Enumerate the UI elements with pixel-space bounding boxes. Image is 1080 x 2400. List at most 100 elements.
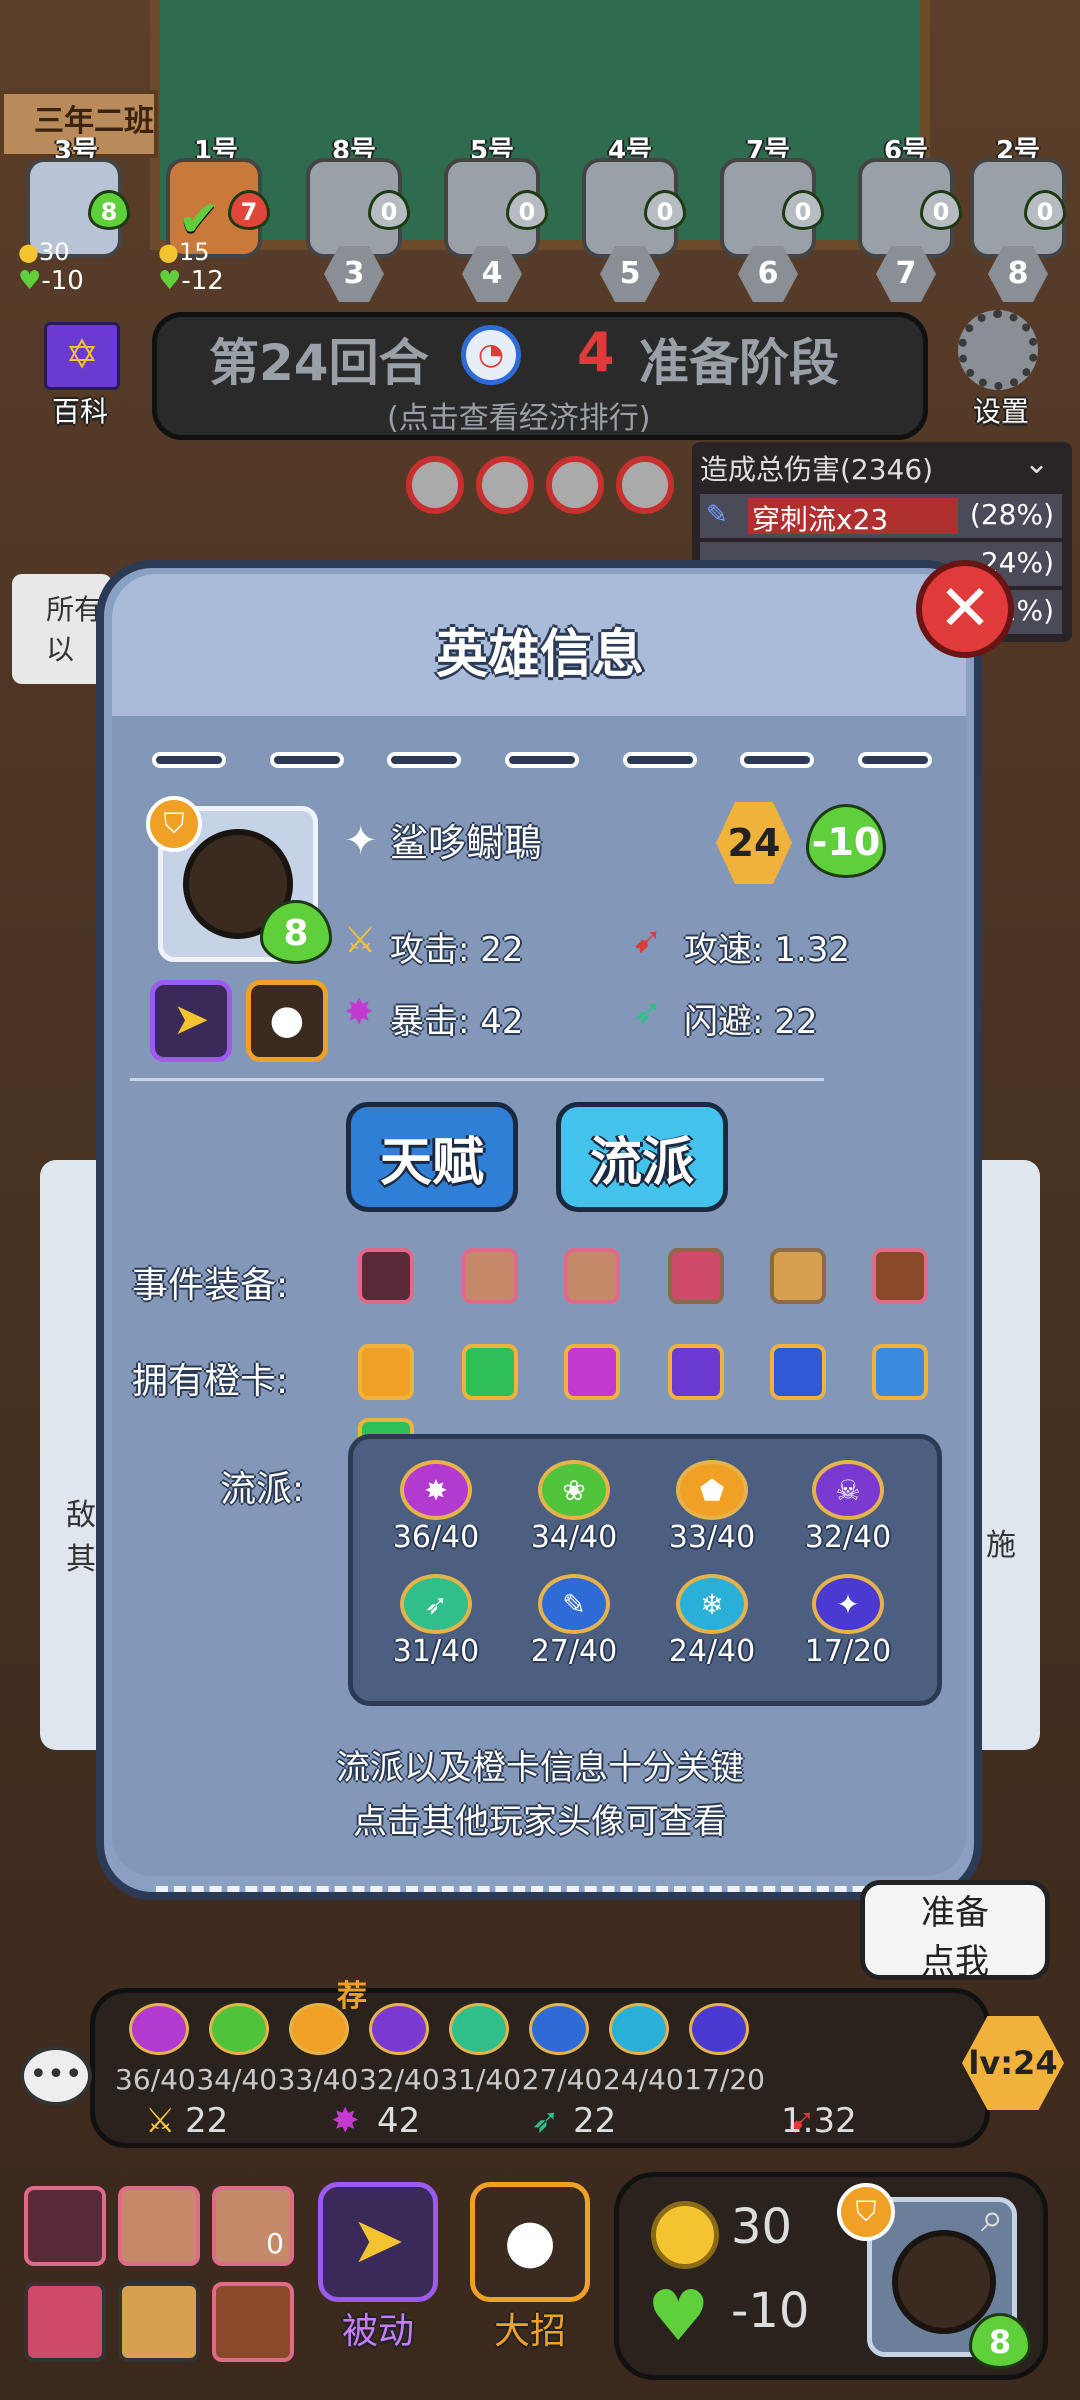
equip-item[interactable]	[462, 1248, 518, 1304]
equip-item[interactable]	[668, 1248, 724, 1304]
style-emblem-icon: ✦	[812, 1574, 884, 1634]
round-timer: 4	[577, 321, 615, 384]
footer-hint-1: 流派以及橙卡信息十分关键	[336, 1748, 744, 1788]
damage-title: 造成总伤害(2346)	[700, 453, 934, 486]
passive-skill-icon: ➤	[318, 2182, 438, 2302]
dash	[740, 752, 815, 768]
shield-badge-icon: ⛉	[146, 796, 202, 852]
passive-skill-button[interactable]: ➤ 被动	[318, 2182, 448, 2362]
style-entry[interactable]: ✦ 17/20	[788, 1574, 908, 1669]
orange-card[interactable]	[872, 1344, 928, 1400]
style-count: 24/40	[602, 2063, 684, 2096]
orange-card[interactable]	[358, 1344, 414, 1400]
hero-hp-heart: 8	[969, 2313, 1031, 2369]
equip-item[interactable]	[770, 1248, 826, 1304]
hp-heart-icon: 8	[88, 190, 130, 230]
player-slot-3[interactable]: 3号 8 ●30 ♥-10	[16, 130, 136, 296]
orange-card[interactable]	[462, 1344, 518, 1400]
style-entry[interactable]: ⬟ 33/40	[652, 1460, 772, 1555]
dash	[857, 752, 932, 768]
chat-button[interactable]: •••	[20, 2046, 92, 2106]
player-slot-2[interactable]: 2号 0 8	[968, 130, 1068, 302]
style-entry[interactable]: ☠ 32/40	[788, 1460, 908, 1555]
style-count: 32/40	[358, 2063, 440, 2096]
equip-item[interactable]	[24, 2186, 106, 2266]
hp-change: -10	[731, 2283, 810, 2339]
hp-change-readout: ♥-12	[158, 266, 224, 296]
coin-count: 30	[731, 2199, 793, 2255]
hero-avatar	[892, 2230, 996, 2334]
equip-item[interactable]	[358, 1248, 414, 1304]
equip-item[interactable]	[24, 2282, 106, 2362]
sparkle-icon: ✦	[344, 818, 378, 864]
style-entry[interactable]: ✎ 27/40	[514, 1574, 634, 1669]
player-slot-8[interactable]: 8号 0 3	[294, 130, 414, 302]
gear-icon	[958, 310, 1038, 390]
round-phase: 准备阶段	[639, 334, 839, 392]
hp-heart-icon: 0	[506, 190, 548, 230]
equip-item[interactable]	[212, 2282, 294, 2362]
player-slot-7[interactable]: 7号 0 6	[708, 130, 828, 302]
ultimate-label: 大招	[493, 2311, 566, 2352]
chevron-down-icon[interactable]: ⌄	[1024, 446, 1049, 481]
talent-button[interactable]: 天赋	[346, 1102, 518, 1212]
passive-skill-icon[interactable]: ➤	[150, 980, 232, 1062]
hp-heart-icon: 0	[920, 190, 962, 230]
ultimate-skill-button[interactable]: ● 大招	[470, 2182, 600, 2362]
style-count: 27/40	[530, 1634, 618, 1669]
player-slot-6[interactable]: 6号 0 7	[846, 130, 966, 302]
style-entry[interactable]: ➶ 31/40	[376, 1574, 496, 1669]
style-entry[interactable]: ✸ 36/40	[376, 1460, 496, 1555]
ultimate-skill-icon[interactable]: ●	[246, 980, 328, 1062]
damage-row-pct: (28%)	[969, 498, 1054, 531]
close-icon: ✕	[938, 572, 992, 646]
player-slot-4[interactable]: 4号 0 5	[570, 130, 690, 302]
cards-label: 拥有橙卡:	[132, 1361, 289, 1402]
heart-icon: ♥	[647, 2275, 710, 2357]
style-button[interactable]: 流派	[556, 1102, 728, 1212]
settings-label: 设置	[972, 395, 1029, 428]
style-entry[interactable]: ❄ 24/40	[652, 1574, 772, 1669]
orange-card[interactable]	[770, 1344, 826, 1400]
equip-item[interactable]	[564, 1248, 620, 1304]
encyclopedia-button[interactable]: ✡ 百科	[30, 322, 130, 428]
close-button[interactable]: ✕	[916, 560, 1014, 658]
style-emblem-icon: ⬟	[676, 1460, 748, 1520]
style-count: 17/20	[804, 1634, 892, 1669]
orange-card[interactable]	[668, 1344, 724, 1400]
styles-summary-bar[interactable]: 荐 36/40 34/40 33/40 32/40 31/40 27/40 24…	[90, 1979, 990, 2148]
crit-stat: 暴击: 42	[390, 1002, 524, 1042]
orange-card[interactable]	[564, 1344, 620, 1400]
style-emblem-icon: ✸	[400, 1460, 472, 1520]
book-icon: ✡	[44, 322, 120, 390]
dash	[387, 752, 462, 768]
ready-hint-line: 准备	[921, 1893, 989, 1933]
hp-heart-icon: 0	[368, 190, 410, 230]
style-entry[interactable]: ❀ 34/40	[514, 1460, 634, 1555]
round-title: 第24回合	[209, 334, 429, 392]
equip-item[interactable]: 0	[212, 2186, 294, 2266]
dashed-separator	[152, 752, 932, 772]
magnifier-icon[interactable]: ⌕	[981, 2195, 1003, 2241]
player-status-panel: 30 ♥ -10 ⛉ ⌕ 8	[614, 2172, 1048, 2380]
dash	[504, 752, 579, 768]
styles-label: 流派:	[220, 1469, 305, 1510]
player-slot-1[interactable]: 1号 ✔ 7 ●15 ♥-12	[156, 130, 276, 296]
banned-icons	[406, 456, 686, 516]
equip-item[interactable]	[872, 1248, 928, 1304]
passive-label: 被动	[341, 2311, 414, 2352]
sword-icon: ⚔	[344, 920, 377, 961]
ready-tooltip[interactable]: 准备 点我	[860, 1880, 1050, 1982]
footer-hint-2: 点击其他玩家头像可查看	[353, 1802, 727, 1842]
player-slot-5[interactable]: 5号 0 4	[432, 130, 552, 302]
round-banner[interactable]: 第24回合 ◔ 4 准备阶段 (点击查看经济排行)	[152, 312, 928, 440]
style-count: 34/40	[530, 1520, 618, 1555]
equip-item[interactable]	[118, 2186, 200, 2266]
dodge-stat: 闪避: 22	[684, 1002, 818, 1042]
attack-stat: 攻击: 22	[390, 930, 524, 970]
style-count: 36/40	[115, 2063, 196, 2096]
chat-icon: •••	[29, 2057, 83, 2092]
equip-item[interactable]	[118, 2282, 200, 2362]
settings-button[interactable]: 设置	[946, 310, 1056, 428]
ready-hint-line: 点我	[921, 1942, 989, 1982]
